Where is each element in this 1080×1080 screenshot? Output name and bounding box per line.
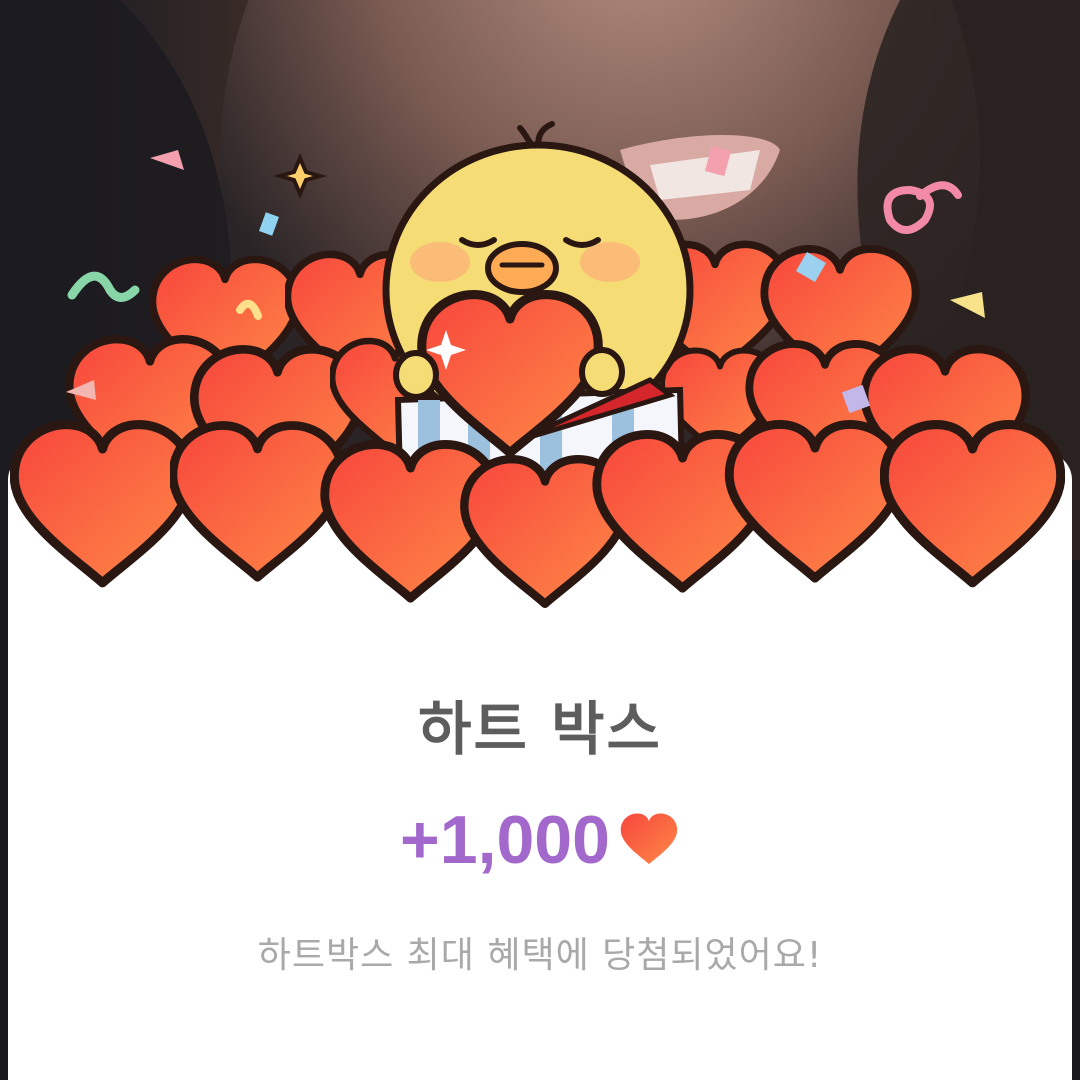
reward-amount: +1,000: [400, 802, 610, 878]
heart-icon: [620, 813, 678, 865]
reward-message: 하트박스 최대 혜택에 당첨되었어요!: [257, 935, 823, 976]
reward-amount-row: +1,000: [0, 800, 1080, 880]
reward-popup-screen: 하트 박스 +1,000 하트박스 최대 혜택에 당첨되었어요!: [0, 0, 1080, 1080]
heart-box-illustration: [0, 121, 1080, 640]
reward-title: 하트 박스: [418, 695, 662, 763]
